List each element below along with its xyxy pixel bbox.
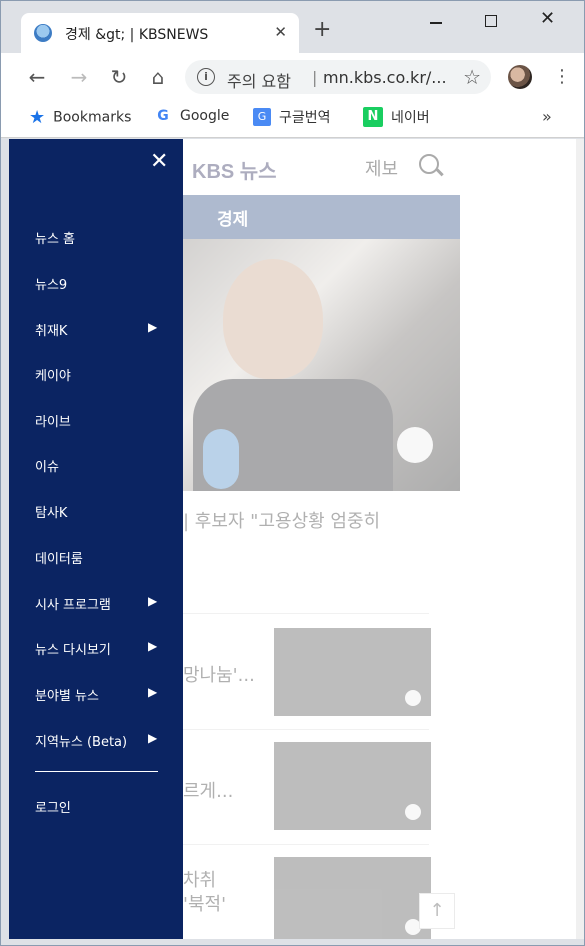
page-viewport: KBS 뉴스 제보 경제 | 후보자 "고용상황 엄중히 망나눔'... 르게.… <box>9 139 576 939</box>
submenu-arrow-icon[interactable]: ▶ <box>148 731 157 745</box>
drawer-item-dataroom[interactable]: 데이터룸 <box>35 548 83 567</box>
drawer-item-live[interactable]: 라이브 <box>35 411 71 430</box>
scroll-to-top-button[interactable]: ↑ <box>419 893 455 929</box>
list-item-thumbnail[interactable] <box>274 742 431 830</box>
hero-face <box>223 259 323 379</box>
home-button[interactable]: ⌂ <box>146 65 170 89</box>
list-divider <box>183 613 429 614</box>
maximize-button[interactable] <box>471 7 511 35</box>
list-item-text[interactable]: 차취 <box>183 866 216 892</box>
address-bar[interactable]: i 주의 요함 | mn.kbs.co.kr/... ☆ <box>185 60 491 94</box>
drawer-item-current-affairs[interactable]: 시사 프로그램 <box>35 594 111 613</box>
bookmark-label: Bookmarks <box>53 109 132 126</box>
new-tab-button[interactable]: + <box>313 19 331 41</box>
list-item-thumbnail[interactable] <box>274 628 431 716</box>
play-icon <box>405 690 421 706</box>
bookmark-naver[interactable]: N 네이버 <box>363 107 430 129</box>
maximize-icon <box>485 15 497 27</box>
google-translate-icon: G <box>253 108 271 126</box>
list-item-thumbnail[interactable] <box>274 857 431 939</box>
microphone <box>203 429 239 489</box>
reload-button[interactable]: ↻ <box>107 65 131 89</box>
bookmarks-bar: ★ Bookmarks G Google G 구글번역 N 네이버 » <box>1 101 584 138</box>
drawer-item-regional-news[interactable]: 지역뉴스 (Beta) <box>35 731 127 750</box>
tab-close-icon[interactable]: ✕ <box>274 23 287 41</box>
site-info-icon[interactable]: i <box>197 68 215 86</box>
submenu-arrow-icon[interactable]: ▶ <box>148 639 157 653</box>
drawer-item-tamsa-k[interactable]: 탐사K <box>35 502 67 521</box>
background-window-edge <box>576 139 584 939</box>
profile-avatar[interactable] <box>508 65 532 89</box>
url-text[interactable]: mn.kbs.co.kr/... <box>323 68 447 87</box>
drawer-login-link[interactable]: 로그인 <box>35 797 71 816</box>
naver-icon: N <box>363 107 383 127</box>
bookmark-bookmarks[interactable]: ★ Bookmarks <box>29 107 131 129</box>
active-tab[interactable]: 경제 &gt; | KBSNEWS ✕ <box>21 13 299 53</box>
play-icon <box>405 804 421 820</box>
hero-image[interactable] <box>183 239 460 491</box>
list-divider <box>183 729 429 730</box>
drawer-close-icon[interactable]: ✕ <box>150 149 168 175</box>
list-item-text[interactable]: '북적' <box>183 890 226 916</box>
forward-button[interactable]: → <box>67 65 91 89</box>
minimize-icon <box>430 22 442 24</box>
headline-text[interactable]: | 후보자 "고용상황 엄중히 <box>183 507 380 533</box>
close-icon: ✕ <box>540 8 556 29</box>
list-item-text[interactable]: 르게... <box>183 777 233 803</box>
report-link[interactable]: 제보 <box>365 155 398 181</box>
address-separator: | <box>312 68 318 87</box>
bookmark-star-icon[interactable]: ☆ <box>463 65 481 89</box>
side-drawer: ✕ 뉴스 홈 뉴스9 취재K ▶ 케이야 라이브 이슈 탐사K 데이터룸 시사 … <box>9 139 183 939</box>
drawer-item-chuijae-k[interactable]: 취재K <box>35 320 67 339</box>
kbs-news-logo[interactable]: KBS 뉴스 <box>192 155 277 184</box>
back-button[interactable]: ← <box>25 65 49 89</box>
browser-menu-icon[interactable]: ⋮ <box>553 65 571 89</box>
play-icon[interactable] <box>397 427 433 463</box>
drawer-item-issue[interactable]: 이슈 <box>35 456 59 475</box>
minimize-button[interactable] <box>416 7 456 35</box>
drawer-item-news-replay[interactable]: 뉴스 다시보기 <box>35 639 111 658</box>
kbs-favicon-icon <box>34 24 52 42</box>
section-title: 경제 <box>217 210 249 230</box>
list-divider <box>183 844 429 845</box>
window-close-button[interactable]: ✕ <box>528 7 568 35</box>
bookmark-label: 네이버 <box>391 110 430 126</box>
submenu-arrow-icon[interactable]: ▶ <box>148 320 157 334</box>
bookmark-google[interactable]: G Google <box>154 107 229 129</box>
search-icon[interactable] <box>419 154 439 174</box>
submenu-arrow-icon[interactable]: ▶ <box>148 685 157 699</box>
tab-strip: 경제 &gt; | KBSNEWS ✕ + ✕ <box>1 1 584 53</box>
bookmarks-overflow-button[interactable]: » <box>542 107 552 126</box>
list-item-text[interactable]: 망나눔'... <box>183 661 255 687</box>
bookmark-label: Google <box>180 108 230 124</box>
section-header: 경제 <box>183 195 460 239</box>
browser-toolbar: ← → ↻ ⌂ i 주의 요함 | mn.kbs.co.kr/... ☆ ⋮ <box>1 53 584 101</box>
drawer-item-news-home[interactable]: 뉴스 홈 <box>35 228 75 247</box>
google-icon: G <box>157 108 169 124</box>
not-secure-label: 주의 요함 <box>227 72 291 91</box>
drawer-divider <box>35 771 158 772</box>
submenu-arrow-icon[interactable]: ▶ <box>148 594 157 608</box>
bookmark-label: 구글번역 <box>279 110 331 126</box>
tab-title: 경제 &gt; | KBSNEWS <box>65 27 209 43</box>
drawer-item-news9[interactable]: 뉴스9 <box>35 274 67 293</box>
browser-window: 경제 &gt; | KBSNEWS ✕ + ✕ ← → ↻ ⌂ i 주의 요함 … <box>0 0 585 946</box>
drawer-item-news-by-field[interactable]: 분야별 뉴스 <box>35 685 99 704</box>
drawer-item-keiya[interactable]: 케이야 <box>35 365 71 384</box>
bookmark-google-translate[interactable]: G 구글번역 <box>253 107 331 129</box>
bookmark-star-icon: ★ <box>29 107 46 128</box>
